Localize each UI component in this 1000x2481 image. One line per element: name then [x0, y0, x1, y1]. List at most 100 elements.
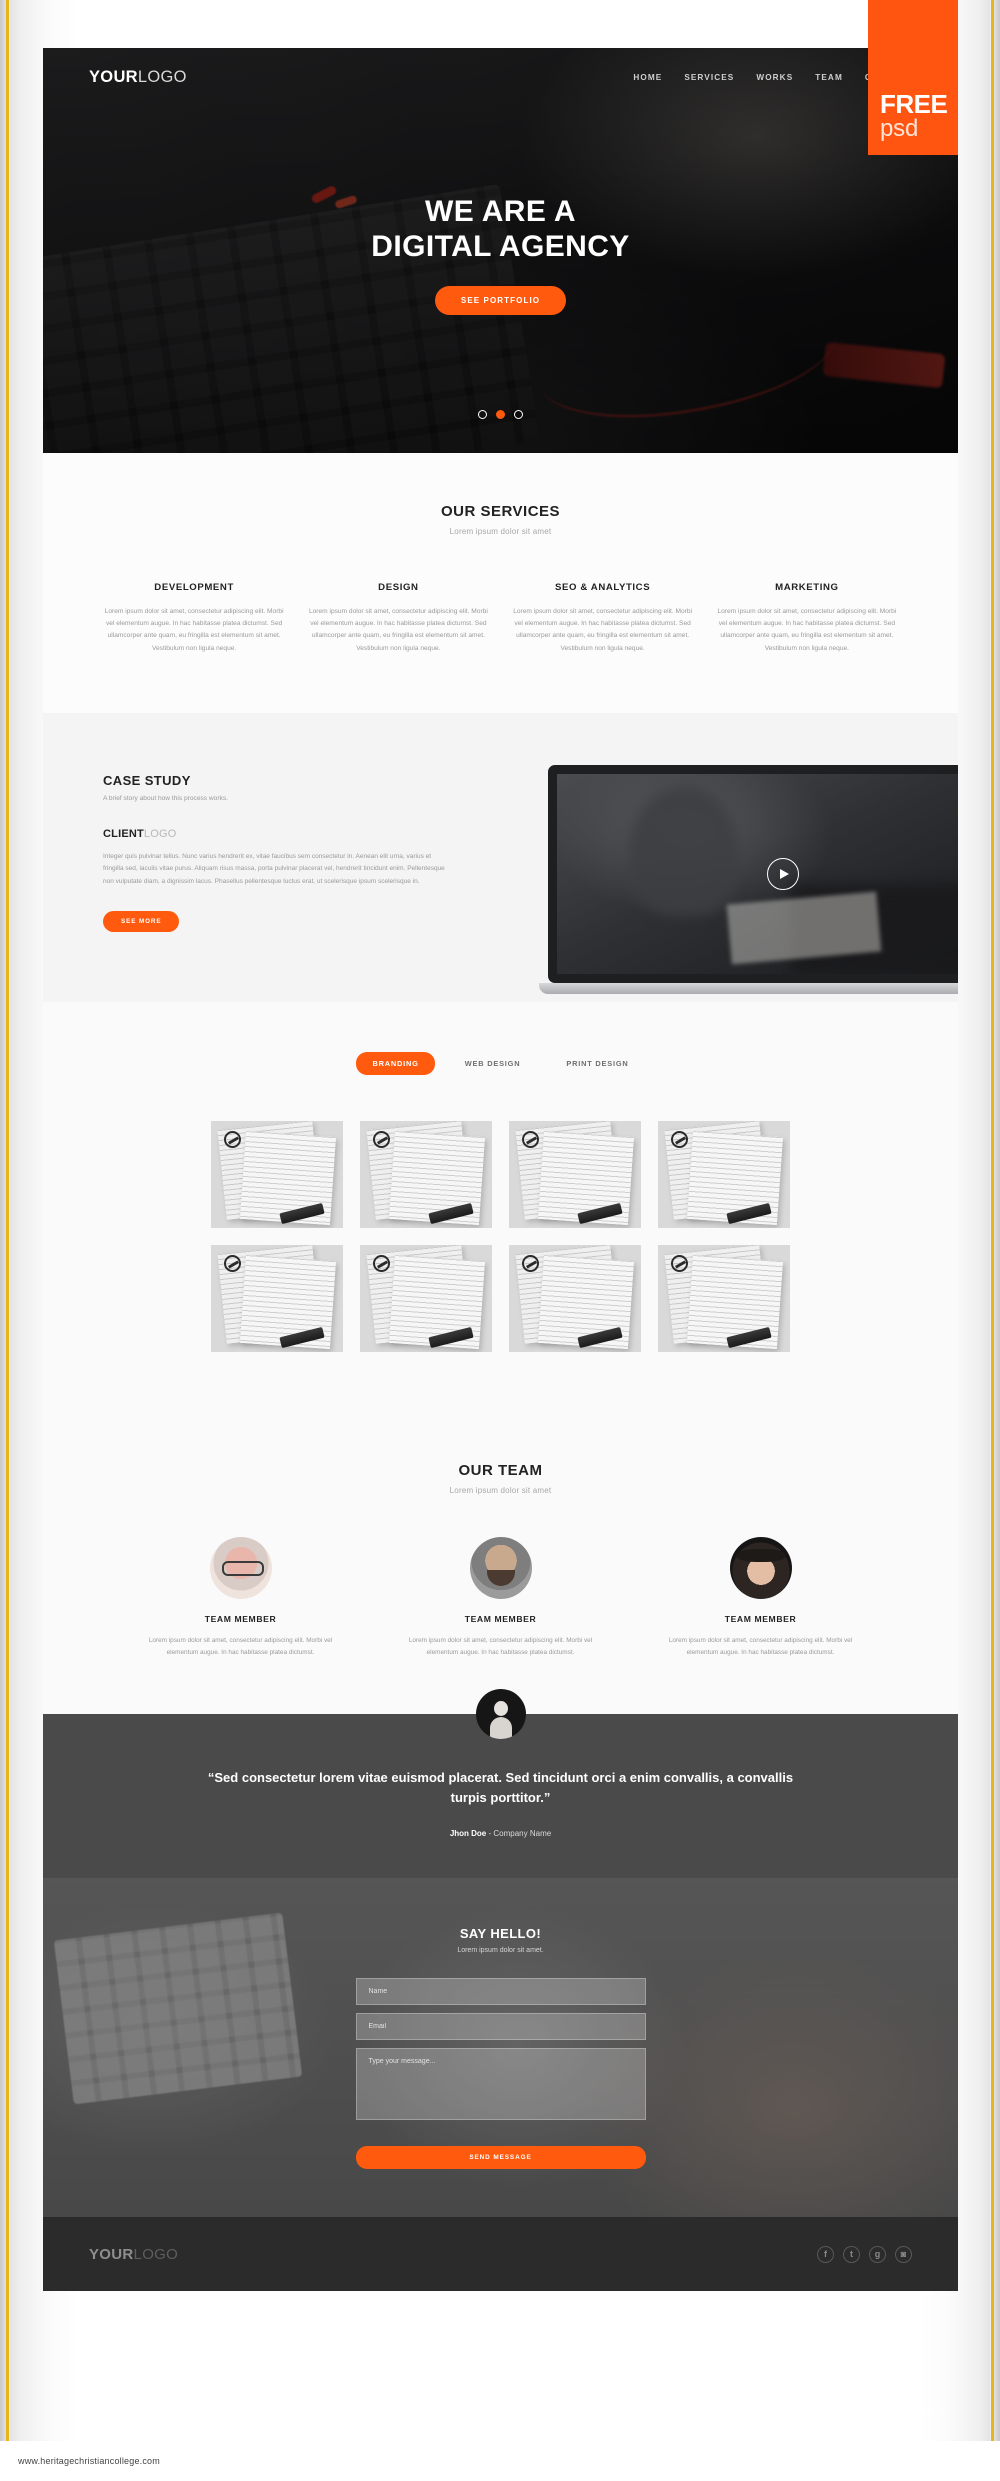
message-field[interactable]	[355, 2048, 646, 2121]
hero-title: WE ARE A DIGITAL AGENCY	[43, 194, 958, 264]
avatar	[209, 1536, 272, 1599]
footer-logo[interactable]: YOURLOGO	[89, 2246, 178, 2263]
tab-branding[interactable]: BRANDING	[356, 1051, 435, 1075]
website-preview: YOURLOGO HOME SERVICES WORKS TEAM CONTAC…	[43, 48, 958, 2292]
laptop-video-mockup	[538, 764, 958, 994]
service-title: DESIGN	[378, 582, 419, 593]
play-icon[interactable]	[767, 857, 799, 890]
see-more-button[interactable]: SEE MORE	[103, 910, 180, 932]
portfolio-item[interactable]	[360, 1244, 492, 1352]
team-subtitle: Lorem ipsum dolor sit amet	[449, 1485, 552, 1495]
email-field[interactable]	[355, 2013, 646, 2041]
site-footer: YOURLOGO f t g ◙	[43, 2217, 958, 2292]
footer-logo-light: LOGO	[133, 2245, 179, 2263]
case-study-body: Integer quis pulvinar tellus. Nunc variu…	[103, 852, 445, 886]
team-member-name: TEAM MEMBER	[724, 1613, 797, 1624]
nav-item-team[interactable]: TEAM	[815, 73, 843, 82]
team-member-card: TEAM MEMBER Lorem ipsum dolor sit amet, …	[141, 1536, 341, 1659]
hero-section: YOURLOGO HOME SERVICES WORKS TEAM CONTAC…	[43, 48, 958, 453]
case-study-section: CASE STUDY A brief story about how this …	[43, 712, 958, 1002]
site-logo[interactable]: YOURLOGO	[89, 68, 187, 87]
contact-title: SAY HELLO!	[459, 1926, 542, 1942]
contact-form: SEND MESSAGE	[355, 1978, 646, 2170]
see-portfolio-button[interactable]: SEE PORTFOLIO	[434, 286, 567, 316]
service-title: DEVELOPMENT	[154, 582, 234, 593]
watermark-url: www.heritagechristiancollege.com	[18, 2456, 160, 2466]
testimonial-avatar	[475, 1689, 526, 1740]
screen-photo-paper	[726, 891, 882, 965]
testimonial-author: Jhon Doe	[449, 1829, 487, 1839]
testimonial-section: “Sed consectetur lorem vitae euismod pla…	[43, 1689, 958, 1879]
portfolio-item[interactable]	[658, 1120, 790, 1228]
portfolio-item[interactable]	[509, 1120, 641, 1228]
send-message-button[interactable]: SEND MESSAGE	[355, 2146, 646, 2170]
nav-item-works[interactable]: WORKS	[756, 73, 793, 82]
nav-item-services[interactable]: SERVICES	[684, 73, 734, 82]
social-links: f t g ◙	[817, 2245, 912, 2263]
avatar	[469, 1536, 532, 1599]
gold-accent-line-left	[6, 0, 9, 2481]
main-navigation: YOURLOGO HOME SERVICES WORKS TEAM CONTAC…	[43, 48, 958, 106]
portfolio-item[interactable]	[211, 1120, 343, 1228]
contact-section: SAY HELLO! Lorem ipsum dolor sit amet. S…	[43, 1878, 958, 2218]
case-study-title: CASE STUDY	[103, 772, 191, 788]
client-logo-text: CLIENTLOGO	[103, 828, 483, 840]
tab-print-design[interactable]: PRINT DESIGN	[550, 1052, 644, 1075]
hero-slider-dots	[43, 410, 958, 419]
free-psd-badge: FREE psd	[868, 0, 958, 155]
service-card-development: DEVELOPMENT Lorem ipsum dolor sit amet, …	[103, 582, 285, 655]
gold-accent-line-right	[991, 0, 994, 2481]
service-card-marketing: MARKETING Lorem ipsum dolor sit amet, co…	[716, 582, 898, 655]
portfolio-item[interactable]	[509, 1244, 641, 1352]
slider-dot-2-active[interactable]	[496, 410, 505, 419]
team-title: OUR TEAM	[458, 1461, 543, 1479]
testimonial-company: Company Name	[493, 1829, 552, 1839]
contact-subtitle: Lorem ipsum dolor sit amet.	[457, 1947, 544, 1955]
facebook-icon[interactable]: f	[817, 2245, 834, 2263]
slider-dot-3[interactable]	[514, 410, 523, 419]
instagram-icon[interactable]: ◙	[895, 2245, 912, 2263]
team-member-card: TEAM MEMBER Lorem ipsum dolor sit amet, …	[661, 1536, 861, 1659]
team-member-name: TEAM MEMBER	[204, 1613, 277, 1624]
name-field[interactable]	[355, 1978, 646, 2006]
screen-photo-shape-1	[629, 785, 740, 916]
badge-free-text: FREE	[880, 89, 948, 120]
team-section: OUR TEAM Lorem ipsum dolor sit amet TEAM…	[43, 1421, 958, 1715]
service-card-design: DESIGN Lorem ipsum dolor sit amet, conse…	[307, 582, 489, 655]
twitter-icon[interactable]: t	[843, 2245, 860, 2263]
footer-logo-bold: YOUR	[89, 2245, 134, 2263]
nav-item-home[interactable]: HOME	[633, 73, 662, 82]
service-title: SEO & ANALYTICS	[555, 582, 651, 593]
tab-web-design[interactable]: WEB DESIGN	[449, 1052, 537, 1075]
service-body: Lorem ipsum dolor sit amet, consectetur …	[104, 608, 284, 652]
team-member-bio: Lorem ipsum dolor sit amet, consectetur …	[148, 1636, 333, 1656]
case-study-brief: A brief story about how this process wor…	[103, 794, 228, 802]
portfolio-grid	[43, 1120, 958, 1352]
contact-content: SAY HELLO! Lorem ipsum dolor sit amet. S…	[43, 1926, 958, 2170]
google-plus-icon[interactable]: g	[869, 2245, 886, 2263]
portfolio-item[interactable]	[360, 1120, 492, 1228]
client-bold-text: CLIENT	[103, 827, 144, 840]
laptop-screen	[548, 764, 958, 983]
avatar	[729, 1536, 792, 1599]
team-member-bio: Lorem ipsum dolor sit amet, consectetur …	[668, 1636, 853, 1656]
play-triangle	[780, 868, 789, 879]
hero-title-line-1: WE ARE A	[425, 195, 576, 228]
slider-dot-1[interactable]	[478, 410, 487, 419]
team-member-bio: Lorem ipsum dolor sit amet, consectetur …	[408, 1636, 593, 1656]
client-light-text: LOGO	[143, 827, 177, 840]
portfolio-item[interactable]	[658, 1244, 790, 1352]
service-body: Lorem ipsum dolor sit amet, consectetur …	[513, 608, 693, 652]
hero-content: WE ARE A DIGITAL AGENCY SEE PORTFOLIO	[43, 194, 958, 316]
testimonial-quote: “Sed consectetur lorem vitae euismod pla…	[207, 1770, 794, 1805]
services-section: OUR SERVICES Lorem ipsum dolor sit amet …	[43, 453, 958, 713]
laptop-base	[538, 982, 958, 994]
portfolio-item[interactable]	[211, 1244, 343, 1352]
team-member-name: TEAM MEMBER	[464, 1613, 537, 1624]
logo-bold-text: YOUR	[89, 67, 138, 86]
case-study-text: CASE STUDY A brief story about how this …	[103, 767, 483, 932]
testimonial-attribution: Jhon Doe - Company Name	[43, 1829, 958, 1838]
service-body: Lorem ipsum dolor sit amet, consectetur …	[717, 608, 897, 652]
hero-title-line-2: DIGITAL AGENCY	[371, 230, 630, 264]
watermark-bar: www.heritagechristiancollege.com	[0, 2441, 1000, 2481]
